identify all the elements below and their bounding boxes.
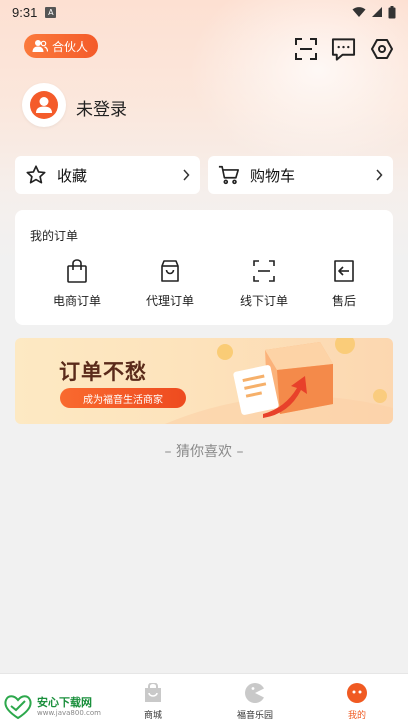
cart-label: 购物车	[250, 166, 296, 185]
watermark-logo	[4, 695, 32, 720]
ecommerce-orders[interactable]: 电商订单	[37, 258, 117, 309]
merchant-banner[interactable]: 订单不愁 成为福音生活商家	[15, 338, 393, 424]
banner-title: 订单不愁	[59, 360, 147, 384]
recommend-header: – 猜你喜欢 –	[164, 444, 244, 460]
watermark-text: 安心下载网 www.java800.com	[37, 695, 101, 718]
watermark: 安心下载网 www.java800.com	[3, 694, 101, 720]
agent-orders-label: 代理订单	[145, 294, 194, 308]
become-merchant-button[interactable]: 成为福音生活商家	[60, 388, 186, 408]
tab-playground-label: 福音乐园	[236, 711, 273, 721]
agent-orders[interactable]: 代理订单	[130, 258, 210, 309]
wifi-icon	[352, 7, 366, 17]
tab-playground[interactable]: 福音乐园	[220, 682, 290, 721]
chat-icon	[331, 37, 356, 61]
scan-button[interactable]	[293, 36, 318, 61]
offline-orders-label: 线下订单	[239, 294, 288, 308]
partner-button[interactable]: 合伙人	[24, 34, 99, 58]
scan-icon	[294, 37, 317, 60]
signal-icon	[372, 7, 382, 17]
message-button[interactable]	[331, 36, 356, 61]
notification-icon: A	[45, 6, 57, 18]
cart-icon	[218, 164, 240, 186]
offline-orders[interactable]: 线下订单	[224, 258, 304, 309]
tab-store[interactable]: 商城	[118, 682, 188, 721]
status-indicators	[352, 5, 396, 19]
battery-icon	[388, 5, 396, 18]
shopping-bag-icon	[157, 258, 183, 284]
watermark-title: 安心下载网	[37, 695, 92, 709]
settings-button[interactable]	[369, 36, 394, 61]
status-time: 9:31	[12, 4, 38, 20]
orders-title: 我的订单	[30, 229, 79, 243]
after-sales-label: 售后	[331, 294, 356, 308]
user-icon	[30, 91, 58, 119]
chevron-right-icon	[376, 169, 383, 181]
partner-icon	[32, 40, 48, 52]
mine-icon	[346, 682, 368, 704]
bag-icon	[64, 258, 90, 284]
partner-label: 合伙人	[52, 39, 89, 54]
favorites-card[interactable]: 收藏	[15, 156, 200, 194]
tab-mine[interactable]: 我的	[322, 682, 392, 721]
orders-card: 我的订单 电商订单 代理订单 线下订单 售后	[15, 210, 393, 325]
avatar[interactable]	[22, 83, 66, 127]
watermark-url: www.java800.com	[37, 708, 101, 717]
favorites-label: 收藏	[57, 166, 88, 185]
status-bar: 9:31 A	[0, 0, 408, 24]
login-status[interactable]: 未登录	[76, 95, 127, 120]
ecommerce-orders-label: 电商订单	[52, 294, 101, 308]
game-icon	[244, 682, 266, 704]
store-icon	[142, 682, 164, 704]
cart-card[interactable]: 购物车	[208, 156, 393, 194]
settings-icon	[370, 38, 393, 59]
scan-icon	[251, 258, 277, 284]
after-sales[interactable]: 售后	[304, 258, 384, 309]
chevron-right-icon	[183, 169, 190, 181]
star-icon	[25, 164, 47, 186]
tab-mine-label: 我的	[347, 711, 366, 721]
return-icon	[331, 258, 357, 284]
header-actions	[293, 36, 394, 61]
tab-store-label: 商城	[143, 711, 162, 721]
